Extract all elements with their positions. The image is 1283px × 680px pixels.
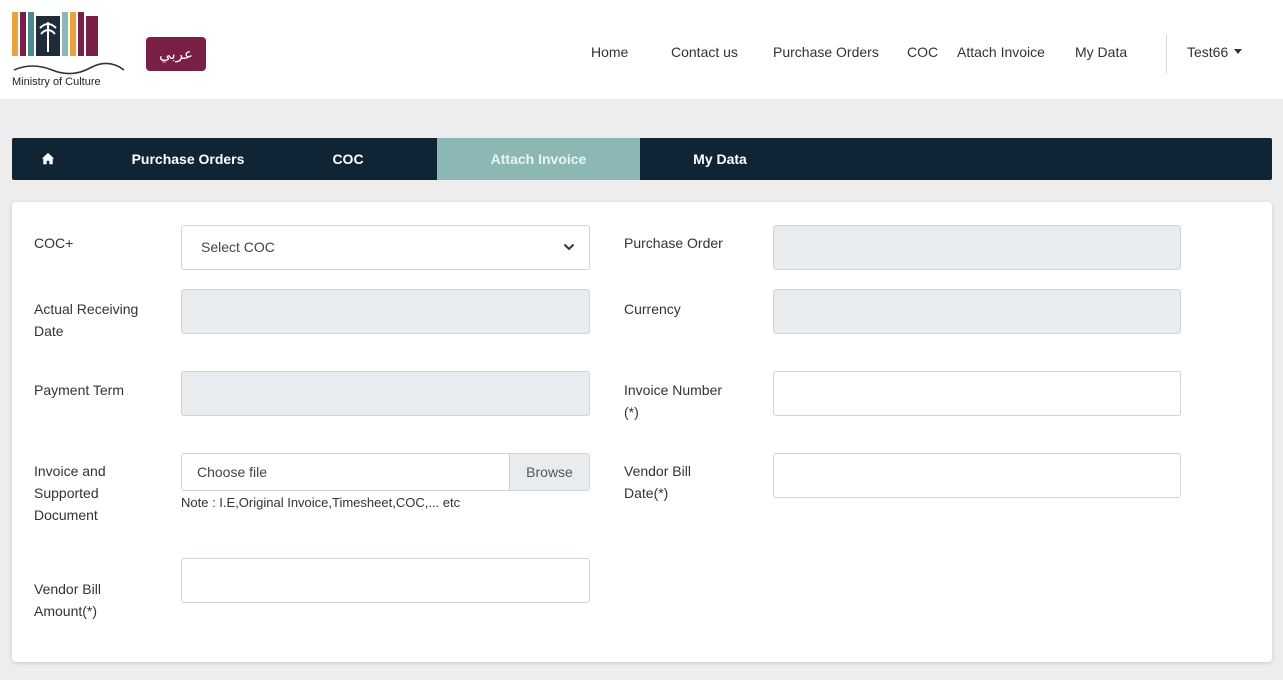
vendor-bill-date-label-line1: Vendor Bill	[624, 463, 691, 479]
coc-label: COC+	[34, 235, 74, 251]
file-note: Note : I.E,Original Invoice,Timesheet,CO…	[181, 495, 461, 510]
nav-contact-us[interactable]: Contact us	[671, 44, 738, 60]
nav-attach-invoice[interactable]: Attach Invoice	[957, 44, 1045, 60]
vendor-bill-amount-input[interactable]	[181, 558, 590, 603]
payment-term-label: Payment Term	[34, 382, 124, 398]
tab-purchase-orders[interactable]: Purchase Orders	[118, 138, 258, 180]
vendor-bill-amount-label-line1: Vendor Bill	[34, 581, 101, 597]
purchase-order-field	[773, 225, 1181, 270]
invoice-document-label-line3: Document	[34, 507, 98, 523]
user-name: Test66	[1187, 44, 1229, 60]
logo-text: Ministry of Culture	[12, 76, 101, 88]
chevron-down-icon	[563, 243, 575, 251]
vendor-bill-amount-label-line2: Amount(*)	[34, 603, 98, 619]
invoice-number-label: Invoice Number (*)	[624, 379, 722, 423]
purchase-order-label: Purchase Order	[624, 235, 723, 251]
currency-field	[773, 289, 1181, 334]
nav-home[interactable]: Home	[591, 44, 628, 60]
actual-receiving-date-field	[181, 289, 590, 334]
invoice-document-label: Invoice and Supported Document	[34, 460, 106, 526]
actual-receiving-label-line1: Actual Receiving	[34, 301, 139, 317]
coc-select-value: Select COC	[201, 239, 275, 255]
vendor-bill-date-input[interactable]	[773, 453, 1181, 498]
nav-my-data[interactable]: My Data	[1075, 44, 1127, 60]
vendor-bill-date-label-line2: Date(*)	[624, 485, 669, 501]
invoice-number-label-line1: Invoice Number	[624, 382, 723, 398]
actual-receiving-label-line2: Date	[34, 323, 64, 339]
invoice-number-input[interactable]	[773, 371, 1181, 416]
tab-coc[interactable]: COC	[318, 138, 378, 180]
tab-home[interactable]	[34, 138, 62, 180]
invoice-document-label-line2: Supported	[34, 485, 99, 501]
coc-select[interactable]: Select COC	[181, 225, 590, 270]
nav-divider	[1166, 34, 1167, 74]
user-menu[interactable]: Test66	[1187, 44, 1243, 60]
tab-my-data[interactable]: My Data	[680, 138, 760, 180]
tab-attach-invoice[interactable]: Attach Invoice	[437, 138, 640, 180]
caret-down-icon	[1234, 49, 1243, 54]
currency-label: Currency	[624, 301, 681, 317]
attach-invoice-form: COC+ Select COC Purchase Order Actual Re…	[12, 202, 1272, 662]
vendor-bill-date-label: Vendor Bill Date(*)	[624, 460, 691, 504]
vendor-bill-amount-label: Vendor Bill Amount(*)	[34, 578, 101, 622]
invoice-file-input[interactable]: Choose file Browse	[181, 453, 590, 491]
invoice-number-label-line2: (*)	[624, 404, 639, 420]
language-toggle-button[interactable]: عربي	[146, 37, 206, 71]
actual-receiving-date-label: Actual Receiving Date	[34, 298, 138, 342]
payment-term-field	[181, 371, 590, 416]
nav-coc[interactable]: COC	[907, 44, 938, 60]
home-icon	[41, 152, 55, 165]
top-header: Ministry of Culture عربي Home Contact us…	[0, 0, 1283, 99]
invoice-document-label-line1: Invoice and	[34, 463, 106, 479]
browse-button[interactable]: Browse	[509, 454, 589, 490]
nav-purchase-orders[interactable]: Purchase Orders	[773, 44, 879, 60]
section-tab-bar: Purchase Orders COC Attach Invoice My Da…	[12, 138, 1272, 180]
file-input-placeholder: Choose file	[197, 464, 268, 480]
